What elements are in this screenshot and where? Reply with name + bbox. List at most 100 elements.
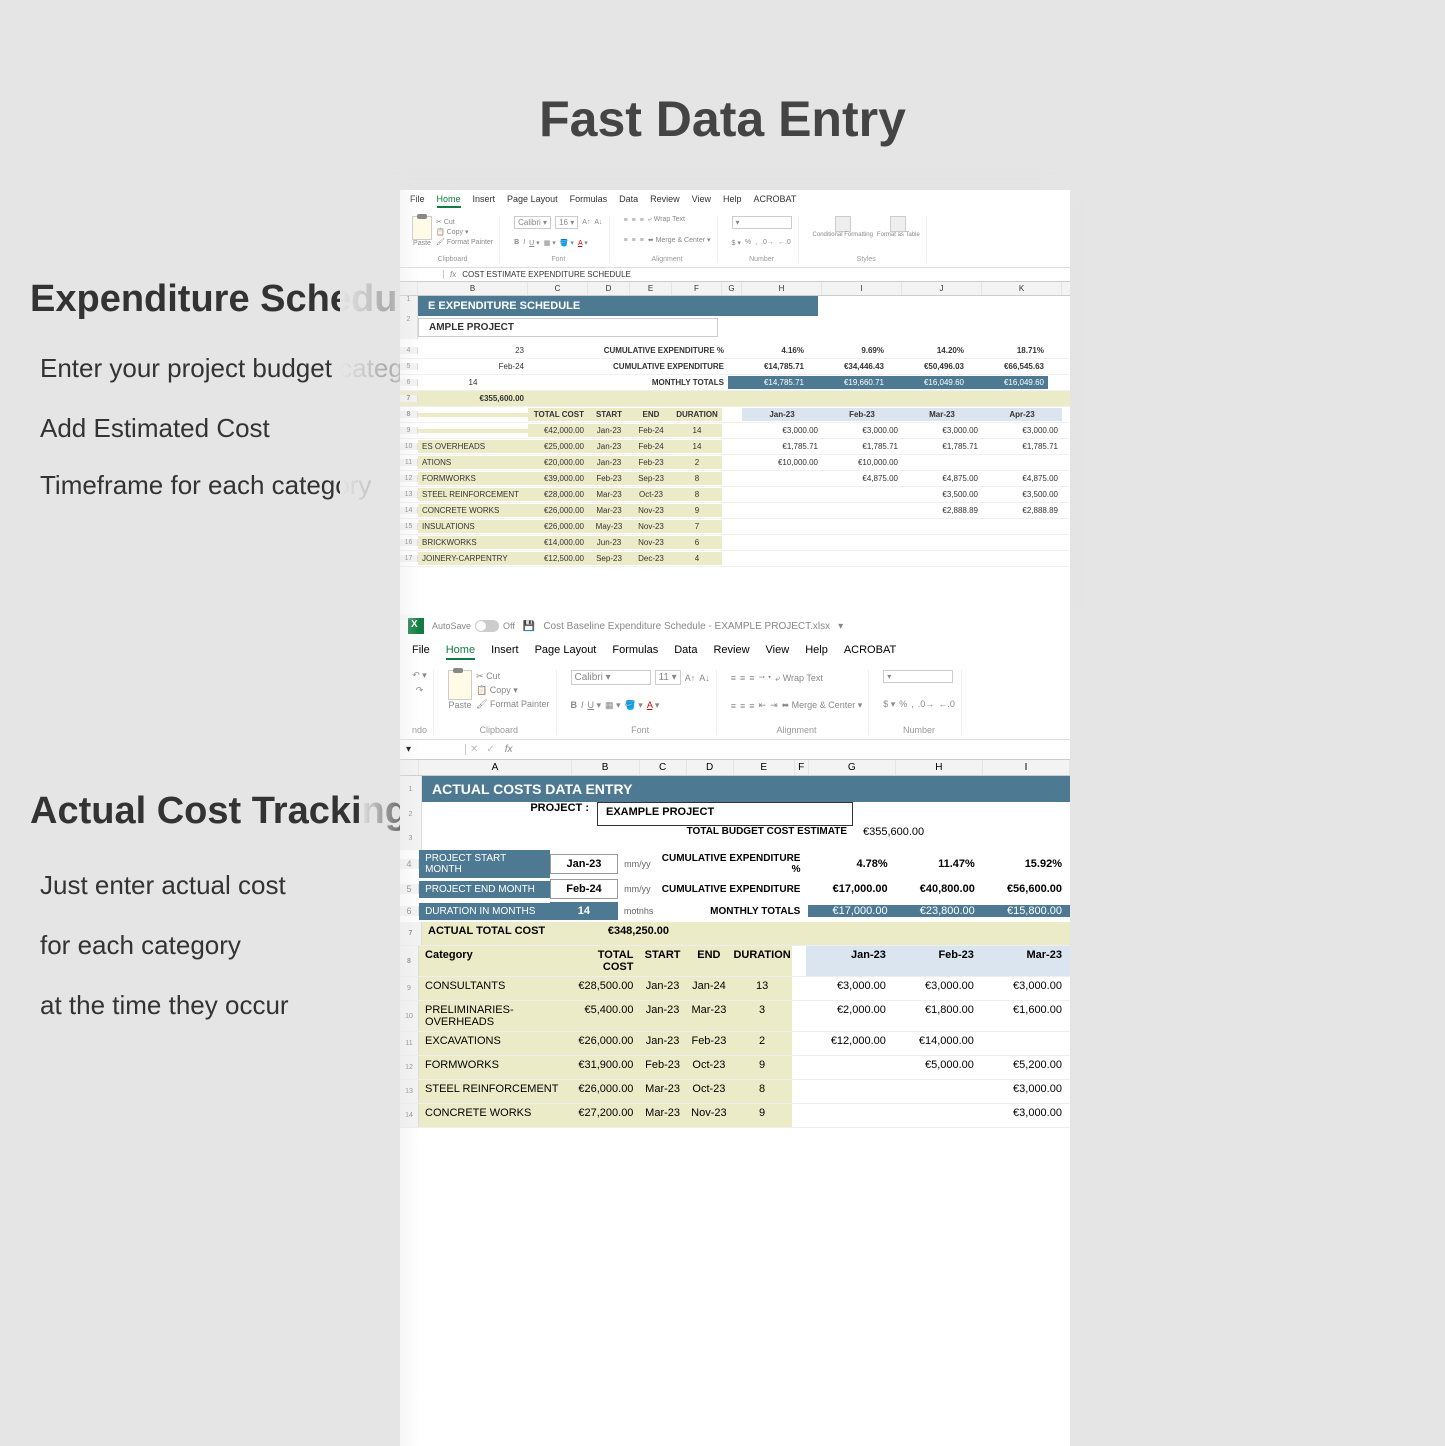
val-cell[interactable] (982, 1032, 1070, 1055)
row-6[interactable]: 6 (400, 379, 418, 386)
formula-value[interactable] (519, 744, 1064, 755)
align-left-icon[interactable]: ≡ (731, 701, 736, 711)
start-cell[interactable]: Feb-23 (588, 472, 630, 485)
category-cell[interactable]: FORMWORKS (418, 472, 528, 485)
row-num[interactable]: 10 (400, 443, 418, 450)
row-3[interactable]: 3 (400, 826, 422, 850)
val-cell[interactable] (902, 557, 982, 561)
total-cell[interactable]: €39,000.00 (528, 472, 588, 485)
menu-home[interactable]: Home (437, 194, 461, 208)
val-cell[interactable]: €1,785.71 (902, 440, 982, 453)
row-8[interactable]: 8 (400, 946, 419, 976)
save-icon[interactable]: 💾 (523, 621, 535, 632)
val-cell[interactable]: €1,800.00 (894, 1001, 982, 1031)
month-jan[interactable]: Jan-23 (742, 408, 822, 421)
paste-icon[interactable] (412, 216, 432, 240)
italic-button[interactable]: I (523, 239, 525, 246)
val-cell[interactable]: €10,000.00 (822, 456, 902, 469)
dur-cell[interactable]: 8 (732, 1080, 792, 1103)
dur-header[interactable]: DURATION (732, 946, 792, 976)
row-5[interactable]: 5 (400, 363, 418, 370)
dur-cell[interactable]: 9 (672, 504, 722, 517)
monthly-1[interactable]: €14,785.71 (728, 376, 808, 389)
dur-cell[interactable]: 4 (672, 552, 722, 565)
menu-data[interactable]: Data (619, 194, 638, 208)
menu-review[interactable]: Review (650, 194, 680, 208)
select-all-corner[interactable] (400, 282, 418, 295)
val-cell[interactable] (742, 557, 822, 561)
val-cell[interactable] (822, 541, 902, 545)
cumpct-2[interactable]: 9.69% (808, 344, 888, 357)
copy-button[interactable]: 📋 Copy ▾ (476, 685, 549, 696)
dur-cell[interactable]: 9 (732, 1104, 792, 1127)
row-num[interactable]: 17 (400, 555, 418, 562)
menu-view[interactable]: View (766, 644, 790, 660)
fx-icon[interactable]: fx (444, 270, 462, 279)
val-cell[interactable] (742, 493, 822, 497)
summary-label[interactable]: CUMULATIVE EXPENDITURE (528, 360, 728, 373)
total-cell[interactable]: €26,000.00 (571, 1032, 640, 1055)
end-cell[interactable]: Nov-23 (630, 536, 672, 549)
align-bot-icon[interactable]: ≡ (640, 217, 644, 224)
summary-label[interactable]: CUMULATIVE EXPENDITURE % (528, 344, 728, 357)
end-cell[interactable]: Nov-23 (630, 504, 672, 517)
col-C[interactable]: C (528, 282, 588, 295)
font-size-select[interactable]: 11 ▾ (655, 670, 681, 685)
cumexp-1[interactable]: €14,785.71 (728, 360, 808, 373)
val-cell[interactable] (982, 461, 1062, 465)
font-size-select[interactable]: 16 ▾ (555, 216, 578, 229)
menu-help[interactable]: Help (723, 194, 742, 208)
start-cell[interactable]: Mar-23 (639, 1104, 685, 1127)
category-cell[interactable]: FORMWORKS (419, 1056, 571, 1079)
cumpct-4[interactable]: 18.71% (968, 344, 1048, 357)
cumpct-1[interactable]: 4.78% (808, 858, 895, 870)
cumexp-1[interactable]: €17,000.00 (808, 883, 895, 895)
start-header[interactable]: START (639, 946, 685, 976)
cumpct-3[interactable]: 15.92% (983, 858, 1070, 870)
col-H[interactable]: H (896, 760, 983, 775)
menu-insert[interactable]: Insert (491, 644, 519, 660)
dur-cell[interactable]: 8 (672, 488, 722, 501)
category-cell[interactable]: CONCRETE WORKS (419, 1104, 571, 1127)
row-num[interactable]: 16 (400, 539, 418, 546)
val-cell[interactable] (806, 1056, 894, 1079)
monthly-3[interactable]: €15,800.00 (983, 905, 1070, 917)
month-feb[interactable]: Feb-23 (822, 408, 902, 421)
menu-page-layout[interactable]: Page Layout (535, 644, 597, 660)
menu-file[interactable]: File (412, 644, 430, 660)
end-cell[interactable]: Feb-23 (630, 456, 672, 469)
menu-help[interactable]: Help (805, 644, 828, 660)
val-cell[interactable]: €2,888.89 (982, 504, 1062, 517)
dur-cell[interactable]: 6 (672, 536, 722, 549)
start-cell[interactable]: Mar-23 (639, 1080, 685, 1103)
autosave-toggle[interactable]: AutoSave Off (432, 620, 515, 632)
menu-formulas[interactable]: Formulas (612, 644, 658, 660)
start-cell[interactable]: Jan-23 (639, 977, 685, 1000)
month-feb[interactable]: Feb-23 (894, 946, 982, 976)
val-cell[interactable] (742, 509, 822, 513)
menu-acrobat[interactable]: ACROBAT (754, 194, 797, 208)
col-E[interactable]: E (734, 760, 795, 775)
row-num[interactable]: 11 (400, 459, 418, 466)
col-J[interactable]: J (902, 282, 982, 295)
font-shrink-icon[interactable]: A↓ (594, 219, 602, 226)
orient-icon[interactable]: ⭬ ▾ (759, 670, 772, 686)
val-cell[interactable]: €3,000.00 (982, 977, 1070, 1000)
row-num[interactable]: 10 (400, 1001, 419, 1031)
col-D[interactable]: D (687, 760, 734, 775)
val-cell[interactable]: €14,000.00 (894, 1032, 982, 1055)
dur-cell[interactable]: 2 (732, 1032, 792, 1055)
category-cell[interactable]: CONCRETE WORKS (418, 504, 528, 517)
align-bot-icon[interactable]: ≡ (749, 673, 754, 683)
val-cell[interactable]: €1,785.71 (982, 440, 1062, 453)
monthly-2[interactable]: €23,800.00 (896, 905, 983, 917)
align-right-icon[interactable]: ≡ (640, 237, 644, 244)
row-8[interactable]: 8 (400, 411, 418, 418)
start-cell[interactable]: Sep-23 (588, 552, 630, 565)
val-cell[interactable] (894, 1104, 982, 1127)
format-painter-button[interactable]: 🖌 Format Painter (436, 238, 493, 246)
val-cell[interactable]: €3,000.00 (894, 977, 982, 1000)
start-cell[interactable]: Mar-23 (588, 504, 630, 517)
redo-button[interactable]: ↷ (416, 685, 424, 696)
row-5[interactable]: 5 (400, 884, 419, 894)
